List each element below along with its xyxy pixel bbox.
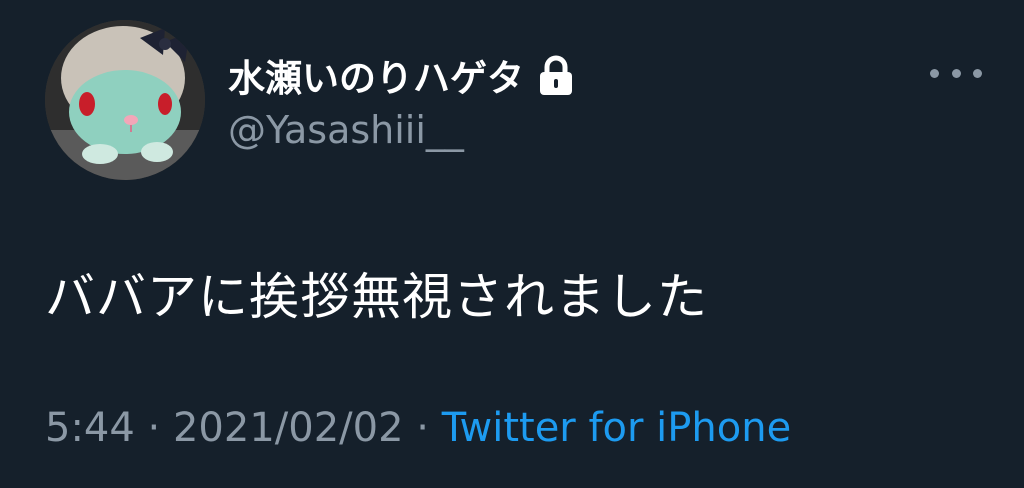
author-display-name[interactable]: 水瀬いのりハゲタ <box>228 48 524 102</box>
lock-icon <box>536 53 576 97</box>
meta-separator: · <box>416 405 442 451</box>
tweet-source-link[interactable]: Twitter for iPhone <box>442 405 792 451</box>
more-dot <box>973 68 982 78</box>
tweet-card: 水瀬いのりハゲタ @Yasashiii__ ババアに挨拶無視されました 5:44… <box>0 0 1024 488</box>
author-handle[interactable]: @Yasashiii__ <box>228 108 464 152</box>
plush-bunny-avatar-image <box>45 20 205 180</box>
more-dot <box>951 68 961 78</box>
author-name-row: 水瀬いのりハゲタ <box>228 50 576 100</box>
tweet-text: ババアに挨拶無視されました <box>45 268 708 326</box>
tweet-meta: 5:44 · 2021/02/02 · Twitter for iPhone <box>45 405 791 451</box>
more-dot <box>930 68 939 78</box>
meta-separator: · <box>147 405 173 451</box>
more-dots-icon[interactable] <box>930 60 982 86</box>
tweet-time: 5:44 <box>45 405 135 451</box>
avatar[interactable] <box>45 20 205 180</box>
tweet-date: 2021/02/02 <box>172 405 404 451</box>
